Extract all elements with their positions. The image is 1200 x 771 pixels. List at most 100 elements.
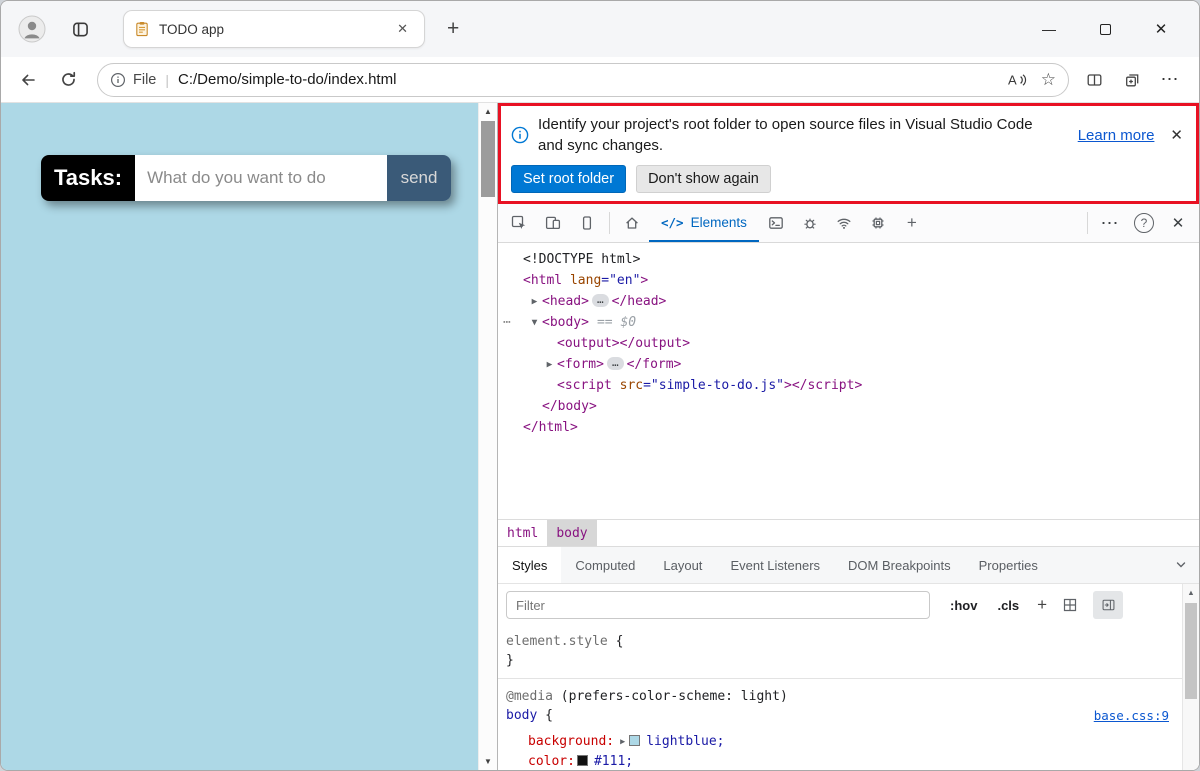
device-emulation-button[interactable] — [536, 206, 570, 240]
send-button[interactable]: send — [387, 155, 451, 201]
help-icon: ? — [1134, 213, 1154, 233]
attr-value-token: ="en" — [601, 273, 640, 288]
minimize-button[interactable]: — — [1021, 9, 1077, 49]
set-root-folder-button[interactable]: Set root folder — [511, 165, 626, 193]
element-classes-button[interactable]: .cls — [997, 598, 1019, 613]
devtools-help-button[interactable]: ? — [1127, 206, 1161, 240]
collapsed-ellipsis-icon[interactable]: … — [607, 357, 624, 370]
element-style-rule[interactable]: element.style { — [506, 632, 1169, 651]
browser-tab[interactable]: TODO app ✕ — [123, 10, 425, 48]
welcome-home-button[interactable] — [615, 206, 649, 240]
browser-menu-button[interactable]: ⋯ — [1151, 63, 1189, 97]
tab-properties[interactable]: Properties — [965, 547, 1052, 583]
toolbar-divider — [609, 212, 610, 234]
profile-avatar[interactable] — [15, 12, 49, 46]
grid-overlay-button[interactable] — [1055, 591, 1085, 619]
collapsed-ellipsis-icon[interactable]: … — [592, 294, 609, 307]
dom-line-html-close[interactable]: </html> — [498, 417, 1199, 438]
color-swatch[interactable] — [577, 755, 588, 766]
todo-input[interactable] — [135, 155, 387, 201]
breadcrumb-body[interactable]: body — [547, 520, 596, 546]
computed-sidebar-toggle-button[interactable] — [1093, 591, 1123, 619]
refresh-button[interactable] — [51, 63, 85, 97]
breadcrumb-html[interactable]: html — [498, 520, 547, 546]
expand-arrow-icon[interactable]: ▶ — [527, 291, 542, 312]
dom-line-head[interactable]: ▶<head>…</head> — [498, 291, 1199, 312]
tag-token: <output></output> — [557, 336, 690, 351]
collections-button[interactable] — [1113, 63, 1151, 97]
scrollbar-thumb[interactable] — [481, 121, 495, 197]
tag-token: </html> — [523, 420, 578, 435]
learn-more-link[interactable]: Learn more — [1078, 127, 1155, 144]
tab-elements[interactable]: </> Elements — [649, 204, 759, 242]
network-conditions-button[interactable] — [827, 206, 861, 240]
tab-dom-breakpoints[interactable]: DOM Breakpoints — [834, 547, 965, 583]
maximize-button[interactable] — [1077, 9, 1133, 49]
background-declaration[interactable]: background: ▶ lightblue; — [506, 732, 1169, 752]
tab-event-listeners[interactable]: Event Listeners — [716, 547, 834, 583]
tab-computed[interactable]: Computed — [561, 547, 649, 583]
read-aloud-icon[interactable]: A — [1007, 72, 1027, 88]
dom-line-html-open[interactable]: <html lang="en"> — [498, 270, 1199, 291]
devtools-close-button[interactable]: ✕ — [1161, 206, 1195, 240]
scroll-down-icon[interactable]: ▼ — [479, 753, 497, 770]
stylesheet-source-link[interactable]: base.css:9 — [1094, 706, 1169, 725]
color-swatch[interactable] — [629, 735, 640, 746]
tabs-overflow-button[interactable] — [1163, 547, 1199, 583]
tag-token: <script — [557, 378, 612, 393]
dom-line-doctype[interactable]: <!DOCTYPE html> — [498, 249, 1199, 270]
performance-tool-button[interactable] — [861, 206, 895, 240]
new-tab-button[interactable]: + — [439, 17, 467, 41]
devtools-menu-button[interactable]: ⋯ — [1093, 206, 1127, 240]
add-tools-button[interactable]: + — [895, 206, 929, 240]
dom-breadcrumbs: html body — [498, 519, 1199, 546]
notice-close-icon[interactable]: ✕ — [1170, 126, 1183, 144]
new-style-rule-button[interactable]: + — [1037, 595, 1047, 615]
page-scrollbar[interactable]: ▲ ▼ — [478, 103, 497, 770]
dom-line-script[interactable]: <script src="simple-to-do.js"></script> — [498, 375, 1199, 396]
more-icon: ⋯ — [1101, 213, 1120, 234]
brace-token: { — [608, 634, 624, 649]
tab-strip: TODO app ✕ + — ✕ — [1, 1, 1199, 57]
attr-token: src — [612, 378, 643, 393]
media-query-line[interactable]: @media (prefers-color-scheme: light) — [506, 687, 1169, 706]
console-panel-button[interactable] — [759, 206, 793, 240]
dom-line-body[interactable]: ⋯▼<body>== $0 — [498, 312, 1199, 333]
workspaces-button[interactable] — [63, 12, 97, 46]
expand-arrow-icon[interactable]: ▶ — [542, 354, 557, 375]
focus-page-button[interactable] — [570, 206, 604, 240]
issues-debug-button[interactable] — [793, 206, 827, 240]
doctype-token: <!DOCTYPE html> — [523, 252, 640, 267]
dont-show-again-button[interactable]: Don't show again — [636, 165, 771, 193]
dom-line-output[interactable]: <output></output> — [498, 333, 1199, 354]
scrollbar-thumb[interactable] — [1185, 603, 1197, 699]
window-close-button[interactable]: ✕ — [1133, 9, 1189, 49]
value-token: lightblue; — [646, 734, 724, 749]
expand-shorthand-icon[interactable]: ▶ — [620, 737, 625, 747]
devtools-scrollbar[interactable]: ▲ — [1182, 584, 1199, 770]
body-rule-line[interactable]: base.css:9body { — [506, 706, 1169, 725]
property-token: background: — [528, 734, 614, 749]
tab-close-icon[interactable]: ✕ — [391, 19, 414, 39]
inspect-element-button[interactable] — [502, 206, 536, 240]
element-style-close[interactable]: } — [506, 651, 1169, 670]
node-menu-icon[interactable]: ⋯ — [503, 312, 512, 333]
scroll-up-icon[interactable]: ▲ — [479, 103, 497, 120]
console-icon — [768, 215, 784, 231]
dom-line-body-close[interactable]: </body> — [498, 396, 1199, 417]
scroll-up-icon[interactable]: ▲ — [1183, 584, 1199, 600]
tag-token: ></script> — [784, 378, 862, 393]
styles-filter-input[interactable] — [506, 591, 930, 619]
address-divider: | — [165, 72, 169, 88]
back-button[interactable] — [11, 63, 45, 97]
address-bar[interactable]: File | C:/Demo/simple-to-do/index.html A… — [97, 63, 1069, 97]
workspaces-icon — [72, 21, 89, 38]
split-screen-button[interactable] — [1075, 63, 1113, 97]
favorite-star-icon[interactable]: ☆ — [1041, 70, 1056, 90]
tab-styles[interactable]: Styles — [498, 547, 561, 583]
color-declaration[interactable]: color:#111; — [506, 752, 1169, 770]
dom-line-form[interactable]: ▶<form>…</form> — [498, 354, 1199, 375]
toggle-hover-state-button[interactable]: :hov — [950, 598, 977, 613]
tab-layout[interactable]: Layout — [649, 547, 716, 583]
collapse-arrow-icon[interactable]: ▼ — [527, 312, 542, 333]
